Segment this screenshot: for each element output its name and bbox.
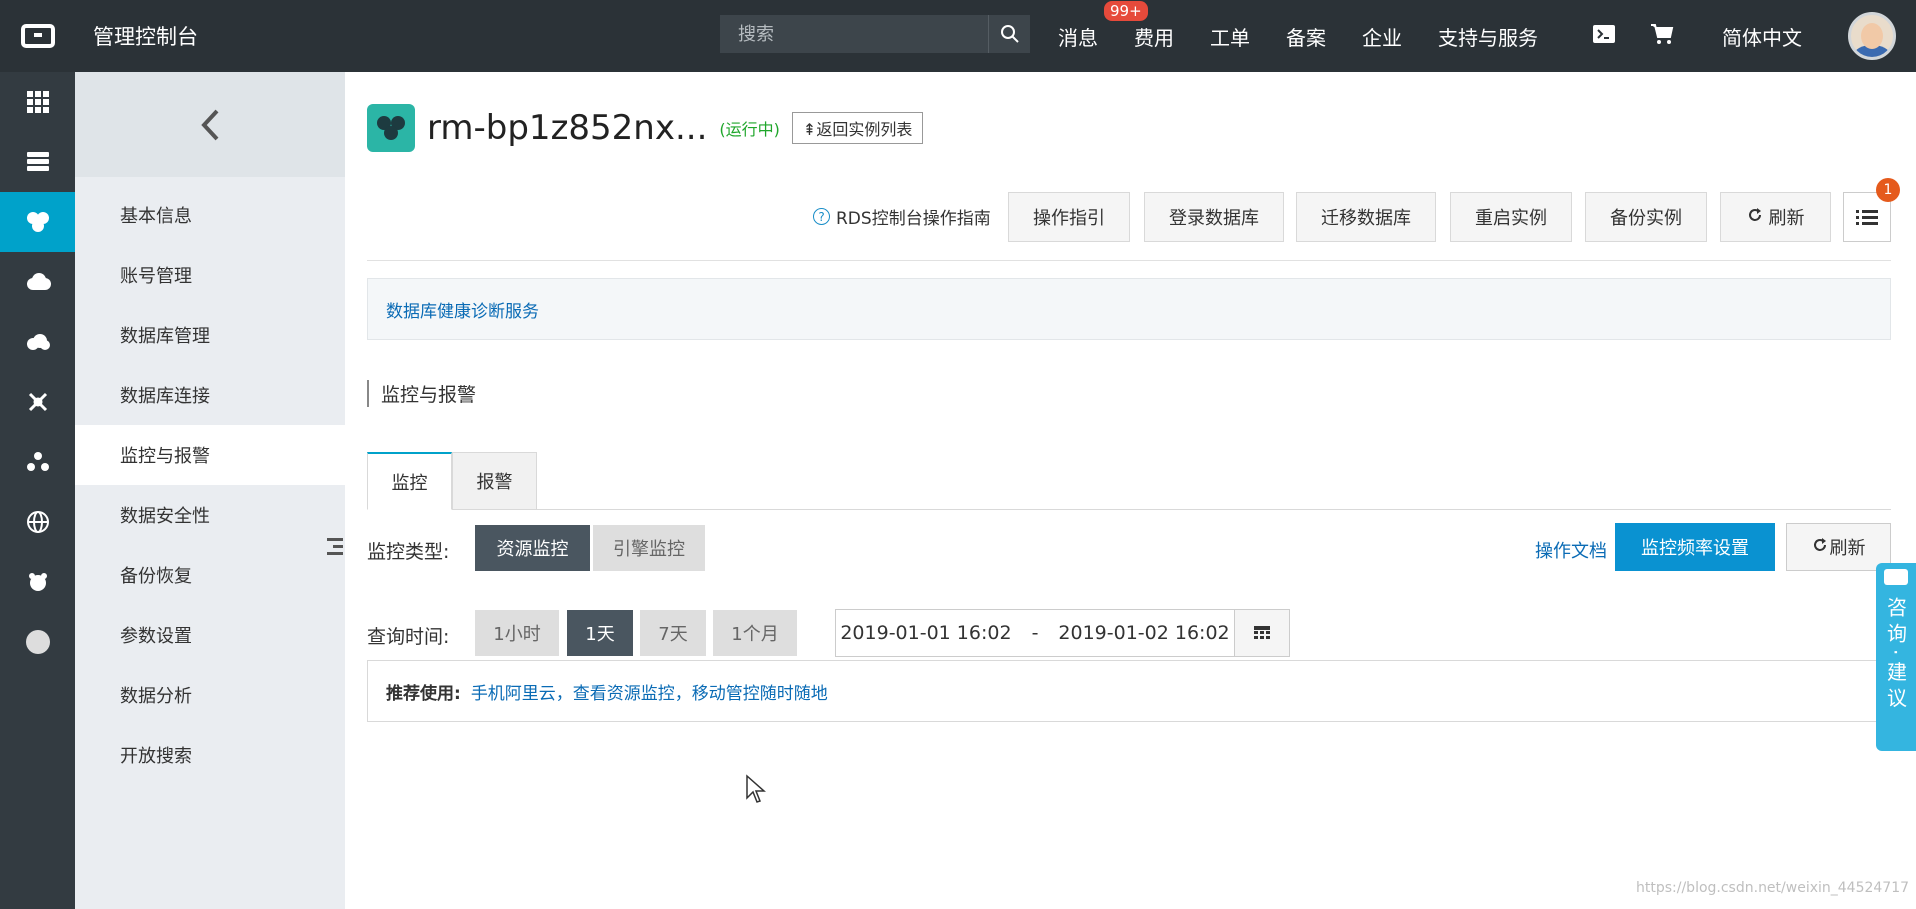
console-guide-link[interactable]: ? RDS控制台操作指南 [813,204,991,229]
top-bar: 管理控制台 消息 99+ 费用 工单 备案 企业 支持与服务 简体中文 [0,0,1916,72]
refresh-button[interactable]: 刷新 [1720,192,1831,242]
nav-support[interactable]: 支持与服务 [1438,22,1538,51]
refresh-icon [1812,537,1828,558]
cluster-icon[interactable] [0,432,75,492]
instance-sidebar: 基本信息 账号管理 数据库管理 数据库连接 监控与报警 数据安全性 备份恢复 参… [75,72,345,909]
health-diagnosis-link[interactable]: 数据库健康诊断服务 [386,297,539,322]
consult-text: 咨询·建议 [1883,597,1908,714]
nav-icp[interactable]: 备案 [1286,22,1326,51]
watermark: https://blog.csdn.net/weixin_44524717 [1636,880,1910,896]
refresh-icon [1747,207,1763,228]
operation-guide-button[interactable]: 操作指引 [1008,192,1130,242]
restart-instance-button[interactable]: 重启实例 [1450,192,1572,242]
sidebar-item-accounts[interactable]: 账号管理 [75,245,345,305]
globe-icon[interactable] [0,492,75,552]
nav-billing[interactable]: 费用 [1134,22,1174,51]
backup-instance-button[interactable]: 备份实例 [1585,192,1707,242]
tab-alarm[interactable]: 报警 [452,452,537,510]
date-range-input[interactable]: 2019-01-01 16:02 - 2019-01-02 16:02 [835,609,1235,657]
tab-monitor[interactable]: 监控 [367,452,452,510]
instance-name: rm-bp1z852nx... [427,108,708,148]
engine-monitor-button[interactable]: 引擎监控 [593,525,705,571]
login-db-button[interactable]: 登录数据库 [1144,192,1284,242]
recommend-banner: 推荐使用: 手机阿里云，查看资源监控，移动管控随时随地 [367,660,1891,722]
sidebar-item-parameters[interactable]: 参数设置 [75,605,345,665]
sidebar-item-opensearch[interactable]: 开放搜索 [75,725,345,785]
consult-feedback-tab[interactable]: 咨询·建议 [1876,563,1916,751]
notification-badge: 1 [1876,178,1900,202]
help-icon: ? [813,208,830,225]
mouse-cursor-icon [745,774,767,809]
query-time-label: 查询时间: [367,626,450,648]
sidebar-item-basic-info[interactable]: 基本信息 [75,185,345,245]
migrate-db-button[interactable]: 迁移数据库 [1296,192,1436,242]
rds-icon[interactable] [0,192,75,252]
network-icon[interactable] [0,372,75,432]
aliyun-logo[interactable] [0,0,75,72]
avatar[interactable] [1848,12,1896,60]
range-1h-button[interactable]: 1小时 [475,610,559,656]
top-nav: 消息 99+ 费用 工单 备案 企业 支持与服务 [1058,0,1574,72]
divider [367,260,1891,261]
apps-grid-icon[interactable] [0,72,75,132]
top-icons [1592,0,1674,72]
mobile-app-link[interactable]: 手机阿里云，查看资源监控，移动管控随时随地 [471,679,828,704]
monitor-refresh-button[interactable]: 刷新 [1786,523,1891,571]
sidebar-item-monitoring[interactable]: 监控与报警 [75,425,345,485]
range-1d-button[interactable]: 1天 [567,610,633,656]
health-diagnosis-banner: 数据库健康诊断服务 [367,278,1891,340]
start-date: 2019-01-01 16:02 [840,622,1012,644]
sidebar-item-databases[interactable]: 数据库管理 [75,305,345,365]
section-title: 监控与报警 [367,380,476,407]
dot-icon[interactable] [0,612,75,672]
nav-messages[interactable]: 消息 99+ [1058,0,1148,51]
sidebar-item-connection[interactable]: 数据库连接 [75,365,345,425]
cloud-icon[interactable] [0,252,75,312]
console-title[interactable]: 管理控制台 [93,21,198,51]
collapse-handle-icon[interactable] [325,528,345,564]
instance-status: (运行中) [719,120,780,139]
range-7d-button[interactable]: 7天 [640,610,706,656]
terminal-icon[interactable] [1592,24,1616,49]
rds-instance-icon [367,104,415,152]
monitor-type-label: 监控类型: [367,541,450,563]
end-date: 2019-01-02 16:02 [1058,622,1230,644]
recommend-label: 推荐使用: [386,683,461,704]
cart-icon[interactable] [1650,23,1674,50]
chat-icon [1884,569,1908,585]
back-arrow-icon[interactable] [75,72,345,177]
nav-enterprise[interactable]: 企业 [1362,22,1402,51]
back-to-list-button[interactable]: ⇞返回实例列表 [791,112,924,144]
sidebar-item-backup[interactable]: 备份恢复 [75,545,345,605]
main-content: rm-bp1z852nx... (运行中) ⇞返回实例列表 ? RDS控制台操作… [345,72,1916,909]
search-box [720,15,1030,53]
operation-doc-link[interactable]: 操作文档 [1535,537,1607,563]
nav-tickets[interactable]: 工单 [1210,22,1250,51]
sidebar-item-analysis[interactable]: 数据分析 [75,665,345,725]
search-icon[interactable] [988,15,1030,53]
instance-header: rm-bp1z852nx... (运行中) ⇞返回实例列表 [367,104,924,152]
monitor-frequency-button[interactable]: 监控频率设置 [1615,523,1775,571]
range-separator: - [1031,622,1039,644]
language-switch[interactable]: 简体中文 [1722,22,1802,51]
search-input[interactable] [720,15,988,53]
sidebar-item-security[interactable]: 数据安全性 [75,485,345,545]
monitor-tabs: 监控 报警 [367,452,1891,510]
action-toolbar: ? RDS控制台操作指南 操作指引 登录数据库 迁移数据库 重启实例 备份实例 … [345,178,1916,242]
range-1m-button[interactable]: 1个月 [713,610,797,656]
calendar-icon[interactable] [1234,609,1290,657]
cloud-storage-icon[interactable] [0,312,75,372]
settings-icon[interactable] [0,552,75,612]
message-count-badge: 99+ [1104,0,1148,21]
resource-monitor-button[interactable]: 资源监控 [475,525,590,571]
icon-rail [0,72,75,909]
server-icon[interactable] [0,132,75,192]
